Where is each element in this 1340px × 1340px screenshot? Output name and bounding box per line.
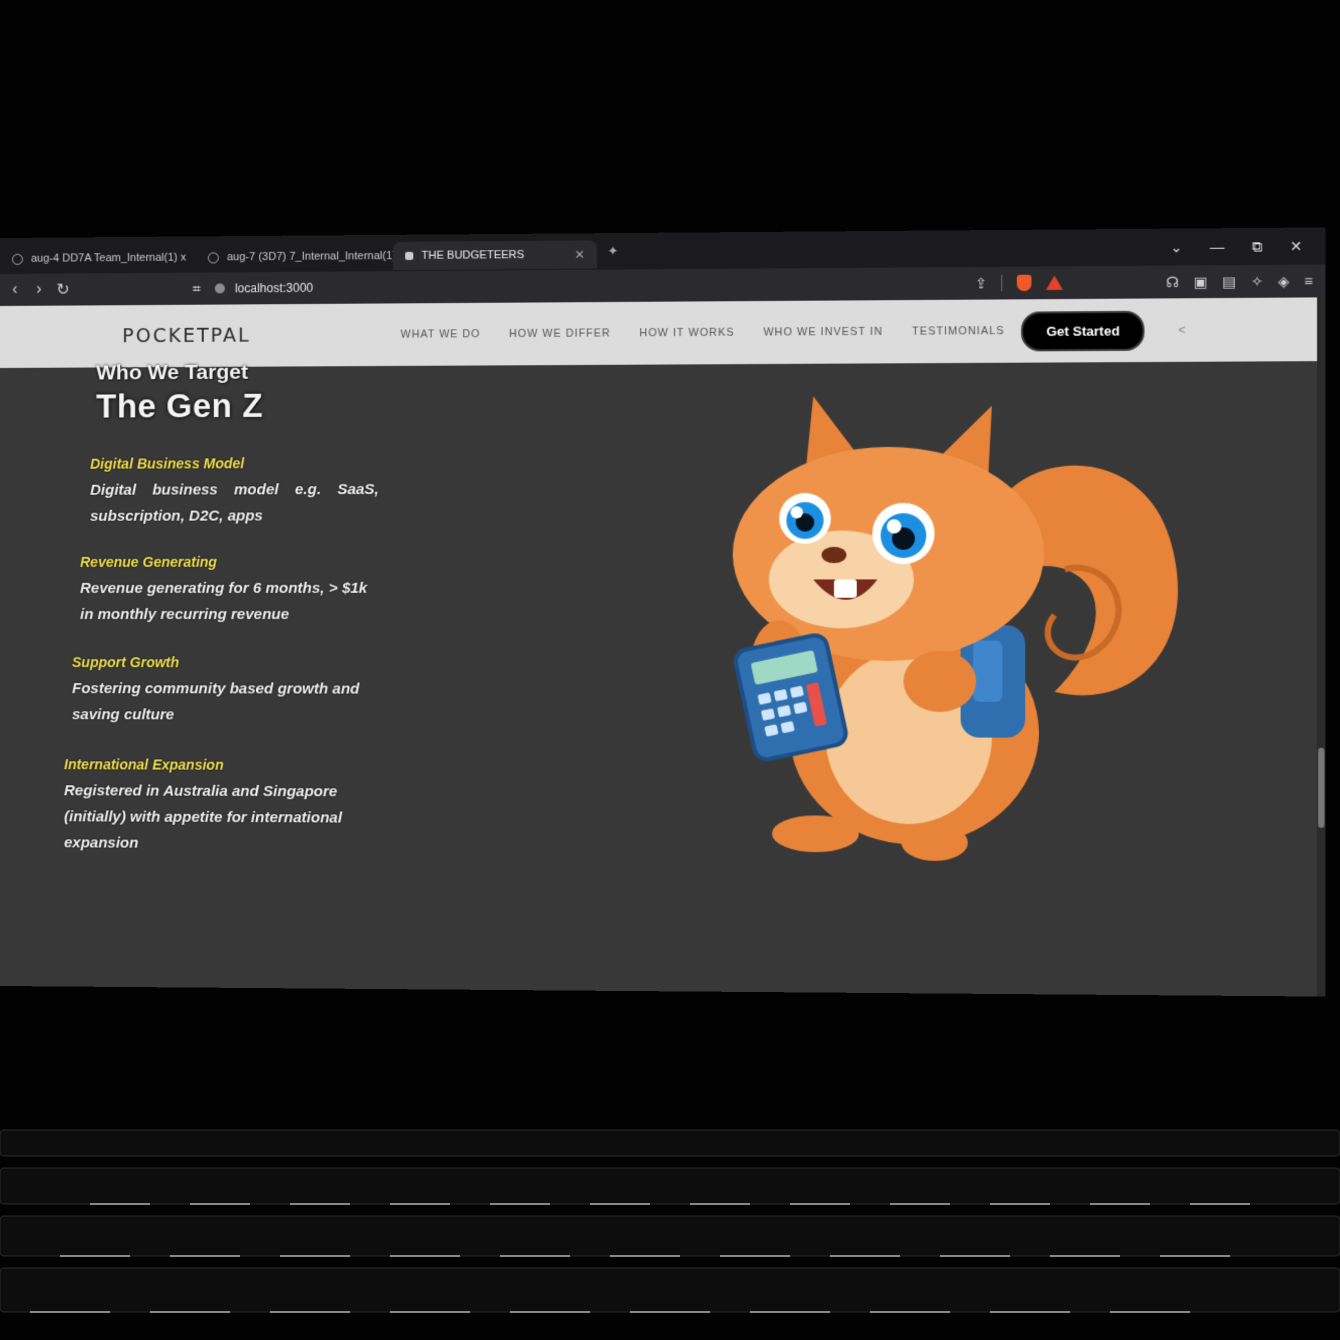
squirrel-mascot-illustration bbox=[722, 396, 1178, 862]
feature-body: Registered in Australia and Singapore (i… bbox=[64, 782, 343, 852]
nav-testimonials[interactable]: TESTIMONIALS bbox=[912, 325, 1005, 338]
website: POCKETPAL WHAT WE DO HOW WE DIFFER HOW I… bbox=[0, 297, 1320, 997]
mouse-cursor-icon: ˂ bbox=[1178, 322, 1186, 338]
bookmark-icon[interactable]: ⌗ bbox=[193, 280, 201, 297]
tab-list-icon[interactable]: ⌄ bbox=[1170, 238, 1182, 256]
site-header: POCKETPAL WHAT WE DO HOW WE DIFFER HOW I… bbox=[0, 297, 1320, 368]
page-scrollbar[interactable] bbox=[1317, 297, 1326, 997]
squirrel-teeth bbox=[833, 579, 857, 598]
feature-title: International Expansion bbox=[64, 756, 224, 773]
squirrel-nose bbox=[821, 546, 847, 564]
browser-tab-active[interactable]: THE BUDGETEERS ✕ bbox=[392, 240, 598, 271]
forward-icon[interactable]: › bbox=[30, 281, 48, 299]
scrollbar-thumb[interactable] bbox=[1318, 747, 1325, 828]
new-tab-icon[interactable]: ✦ bbox=[607, 243, 618, 259]
back-icon[interactable]: ‹ bbox=[6, 281, 24, 299]
leo-icon[interactable]: ☊ bbox=[1166, 273, 1179, 291]
site-nav: WHAT WE DO HOW WE DIFFER HOW IT WORKS WH… bbox=[401, 325, 1005, 341]
nav-how-it-works[interactable]: HOW IT WORKS bbox=[640, 327, 735, 340]
backpack-pocket bbox=[973, 640, 1003, 702]
toolbar-spacer bbox=[1078, 282, 1151, 283]
minimize-icon[interactable]: — bbox=[1210, 238, 1225, 256]
feature-title: Support Growth bbox=[72, 654, 180, 671]
nav-how-we-differ[interactable]: HOW WE DIFFER bbox=[509, 327, 611, 340]
brave-rewards-icon[interactable] bbox=[1046, 275, 1064, 290]
feature-body: Fostering community based growth and sav… bbox=[72, 680, 360, 724]
feature-item: Support Growth Fostering community based… bbox=[72, 654, 375, 729]
tab-title: THE BUDGETEERS bbox=[421, 248, 525, 262]
close-tab-icon[interactable]: ✕ bbox=[574, 248, 584, 262]
page-icon bbox=[405, 251, 414, 260]
wallet-icon[interactable]: ▤ bbox=[1222, 273, 1236, 291]
feature-item: International Expansion Registered in Au… bbox=[64, 756, 371, 858]
tab-title: aug-4 DD7A Team_Internal(1) x bbox=[30, 251, 187, 265]
hero-text: Who We Target The Gen Z bbox=[96, 360, 419, 426]
close-window-icon[interactable]: ✕ bbox=[1290, 237, 1302, 255]
get-started-button[interactable]: Get Started bbox=[1021, 310, 1145, 351]
feature-item: Revenue Generating Revenue generating fo… bbox=[80, 554, 379, 629]
address-bar[interactable]: localhost:3000 bbox=[214, 280, 314, 296]
tab-title: aug-7 (3D7) 7_Internal_Internal(1) bbox=[226, 249, 396, 264]
site-logo[interactable]: POCKETPAL bbox=[122, 324, 251, 347]
menu-icon[interactable]: ≡ bbox=[1304, 273, 1313, 290]
laptop-screen: aug-4 DD7A Team_Internal(1) x aug-7 (3D7… bbox=[0, 227, 1326, 997]
nav-who-we-invest-in[interactable]: WHO WE INVEST IN bbox=[763, 326, 883, 339]
feature-title: Digital Business Model bbox=[90, 455, 245, 472]
hero-headline: The Gen Z bbox=[96, 386, 264, 425]
url-text: localhost:3000 bbox=[234, 280, 314, 296]
feature-item: Digital Business Model Digital business … bbox=[90, 455, 379, 530]
brave-shields-icon[interactable] bbox=[1017, 274, 1032, 292]
feature-body: Digital business model e.g. SaaS, subscr… bbox=[90, 480, 379, 525]
squirrel-right-foot bbox=[901, 824, 968, 862]
hero-eyebrow: Who We Target bbox=[96, 360, 249, 385]
browser-tab[interactable]: aug-7 (3D7) 7_Internal_Internal(1) bbox=[196, 242, 396, 272]
sidebar-icon[interactable]: ▣ bbox=[1194, 273, 1208, 291]
browser-tab[interactable]: aug-4 DD7A Team_Internal(1) x bbox=[0, 243, 196, 273]
extensions-icon[interactable]: ✧ bbox=[1251, 273, 1263, 291]
reload-icon[interactable]: ↻ bbox=[54, 279, 72, 299]
nav-what-we-do[interactable]: WHAT WE DO bbox=[401, 328, 481, 341]
globe-icon bbox=[207, 251, 219, 263]
squirrel-right-arm bbox=[903, 650, 977, 713]
feature-list: Digital Business Model Digital business … bbox=[60, 455, 383, 852]
feature-title: Revenue Generating bbox=[80, 553, 217, 570]
globe-icon bbox=[11, 253, 23, 265]
vpn-icon[interactable]: ◈ bbox=[1278, 272, 1289, 290]
share-icon[interactable]: ⇪ bbox=[975, 275, 987, 292]
window-controls: ⌄ — ⧉ ✕ bbox=[1170, 237, 1325, 256]
maximize-icon[interactable]: ⧉ bbox=[1252, 238, 1263, 256]
laptop-keyboard bbox=[0, 1129, 1340, 1313]
toolbar-divider bbox=[1001, 274, 1003, 292]
feature-body: Revenue generating for 6 months, > $1k i… bbox=[80, 579, 368, 624]
site-info-icon[interactable] bbox=[214, 283, 225, 294]
toolbar-right: ⇪ ☊ ▣ ▤ ✧ ◈ ≡ bbox=[975, 272, 1326, 292]
